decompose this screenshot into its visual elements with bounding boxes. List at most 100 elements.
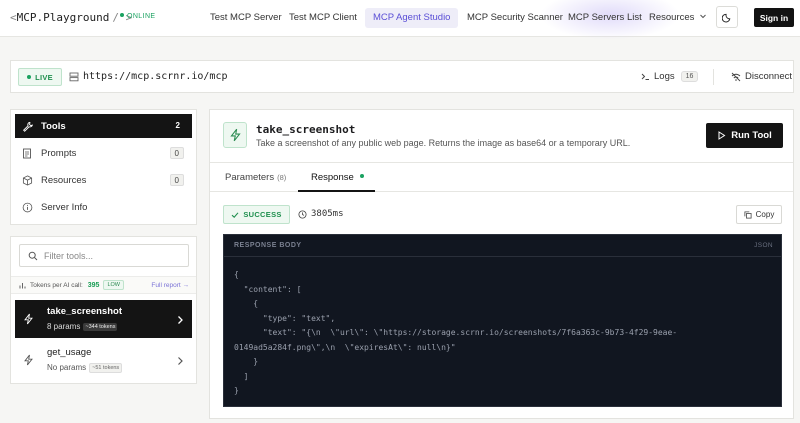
logs-count-badge: 16 xyxy=(680,71,699,82)
tool-icon-badge xyxy=(223,122,247,148)
copy-icon xyxy=(744,210,752,219)
tab-label: Parameters xyxy=(225,172,275,183)
sidebar-item-prompts[interactable]: Prompts 0 xyxy=(15,141,192,165)
sidebar-item-label: Prompts xyxy=(41,147,77,159)
nav-mcp-servers-list[interactable]: MCP Servers List xyxy=(568,12,642,23)
brand-prefix: < xyxy=(10,11,17,24)
chevron-right-icon xyxy=(176,353,184,371)
nav-resources-label: Resources xyxy=(649,12,695,23)
tab-parameters[interactable]: Parameters (8) xyxy=(225,172,286,183)
tool-tokens-badge: ~51 tokens xyxy=(89,363,123,373)
bar-chart-icon xyxy=(19,282,26,288)
nav-test-mcp-server[interactable]: Test MCP Server xyxy=(210,12,282,23)
response-body-header: RESPONSE BODY JSON xyxy=(224,235,781,257)
bolt-icon xyxy=(23,353,34,371)
success-label: SUCCESS xyxy=(243,210,282,219)
sidebar-nav: Tools 2 Prompts 0 Resources 0 Server Inf… xyxy=(10,109,197,225)
online-label: ONLINE xyxy=(127,13,156,20)
sidebar-item-count: 0 xyxy=(169,174,184,186)
disconnect-button[interactable]: Disconnect xyxy=(731,71,792,82)
tab-label: Response xyxy=(311,172,354,183)
sidebar-item-server-info[interactable]: Server Info xyxy=(15,195,192,219)
tokens-value: 395 xyxy=(87,281,100,289)
response-status-dot-icon xyxy=(359,174,364,178)
success-badge: SUCCESS xyxy=(223,205,290,224)
filter-tools-input[interactable] xyxy=(44,250,184,261)
clock-icon xyxy=(298,209,307,219)
duration-value: 3805ms xyxy=(311,209,344,219)
tab-response[interactable]: Response xyxy=(311,172,364,183)
play-icon xyxy=(718,131,726,140)
nav-test-mcp-client[interactable]: Test MCP Client xyxy=(289,12,357,23)
copy-label: Copy xyxy=(755,210,775,219)
sidebar-item-resources[interactable]: Resources 0 xyxy=(15,168,192,192)
wrench-icon xyxy=(19,121,35,132)
sidebar-item-tools[interactable]: Tools 2 xyxy=(15,114,192,138)
run-tool-label: Run Tool xyxy=(731,130,772,141)
logs-button[interactable]: Logs 16 xyxy=(641,71,699,82)
server-icon xyxy=(69,72,79,82)
copy-button[interactable]: Copy xyxy=(736,205,782,224)
nav-resources-dropdown[interactable]: Resources xyxy=(649,12,707,23)
tool-meta: No params ~51 tokens xyxy=(47,363,123,373)
chevron-right-icon xyxy=(176,312,184,330)
tools-list-panel: Tokens per AI call: 395 LOW Full report … xyxy=(10,236,197,384)
logs-label: Logs xyxy=(654,71,675,82)
brand-logo[interactable]: <MCP.Playground / > xyxy=(10,11,132,24)
response-time: 3805ms xyxy=(298,209,344,219)
tool-title: take_screenshot xyxy=(256,123,356,136)
online-status: ONLINE xyxy=(120,13,155,20)
tool-meta: 8 params ~344 tokens xyxy=(47,322,118,331)
live-badge: LIVE xyxy=(18,68,62,86)
disconnect-label: Disconnect xyxy=(745,71,792,82)
brand-name: MCP xyxy=(16,11,37,24)
response-format-label: JSON xyxy=(754,242,773,249)
full-report-link[interactable]: Full report → xyxy=(151,282,189,289)
server-url[interactable]: https://mcp.scrnr.io/mcp xyxy=(83,71,228,82)
response-body-title: RESPONSE BODY xyxy=(234,242,302,249)
check-icon xyxy=(231,211,239,218)
token-usage-bar: Tokens per AI call: 395 LOW Full report … xyxy=(11,276,196,294)
tool-item-take-screenshot[interactable]: take_screenshot 8 params ~344 tokens xyxy=(15,300,192,338)
sign-in-button[interactable]: Sign in xyxy=(754,8,794,27)
tool-description: Take a screenshot of any public web page… xyxy=(256,138,631,148)
search-icon xyxy=(28,251,38,260)
nav-mcp-security-scanner[interactable]: MCP Security Scanner xyxy=(467,12,563,23)
moon-icon xyxy=(721,13,730,22)
tool-detail-panel: take_screenshot Take a screenshot of any… xyxy=(209,109,794,419)
filter-tools-field[interactable] xyxy=(19,244,189,267)
tool-params: 8 params xyxy=(47,322,81,331)
info-icon xyxy=(19,202,35,213)
tokens-level-badge: LOW xyxy=(103,280,124,290)
terminal-icon xyxy=(641,73,649,80)
response-json[interactable]: { "content": [ { "type": "text", "text":… xyxy=(234,268,774,399)
response-body-panel: RESPONSE BODY JSON { "content": [ { "typ… xyxy=(223,234,782,407)
document-icon xyxy=(19,148,35,159)
sidebar-item-label: Resources xyxy=(41,174,87,186)
bolt-icon xyxy=(23,312,34,330)
box-icon xyxy=(19,174,35,186)
brand-suffix: .Playground xyxy=(36,11,110,24)
sidebar-item-label: Tools xyxy=(41,120,66,132)
tool-item-get-usage[interactable]: get_usage No params ~51 tokens xyxy=(15,341,192,379)
status-dot-icon xyxy=(120,13,124,17)
tokens-label: Tokens per AI call: xyxy=(30,281,83,289)
tool-params: No params xyxy=(47,363,87,372)
connection-bar: LIVE https://mcp.scrnr.io/mcp Logs 16 Di… xyxy=(10,60,794,93)
divider xyxy=(713,69,714,85)
top-navigation: <MCP.Playground / > ONLINE Test MCP Serve… xyxy=(0,0,800,40)
bolt-icon xyxy=(229,128,241,142)
wifi-off-icon xyxy=(731,72,741,81)
sidebar-item-count: 0 xyxy=(169,147,184,159)
tool-name: get_usage xyxy=(47,347,92,358)
sidebar-item-count: 2 xyxy=(175,121,180,130)
theme-toggle-button[interactable] xyxy=(716,6,738,28)
live-dot-icon xyxy=(27,75,32,79)
tool-tokens-badge: ~344 tokens xyxy=(83,323,118,331)
live-label: LIVE xyxy=(35,72,53,82)
divider xyxy=(210,162,793,163)
tool-name: take_screenshot xyxy=(47,306,122,317)
run-tool-button[interactable]: Run Tool xyxy=(706,123,783,148)
nav-mcp-agent-studio[interactable]: MCP Agent Studio xyxy=(365,8,459,28)
sidebar-item-label: Server Info xyxy=(41,201,88,213)
